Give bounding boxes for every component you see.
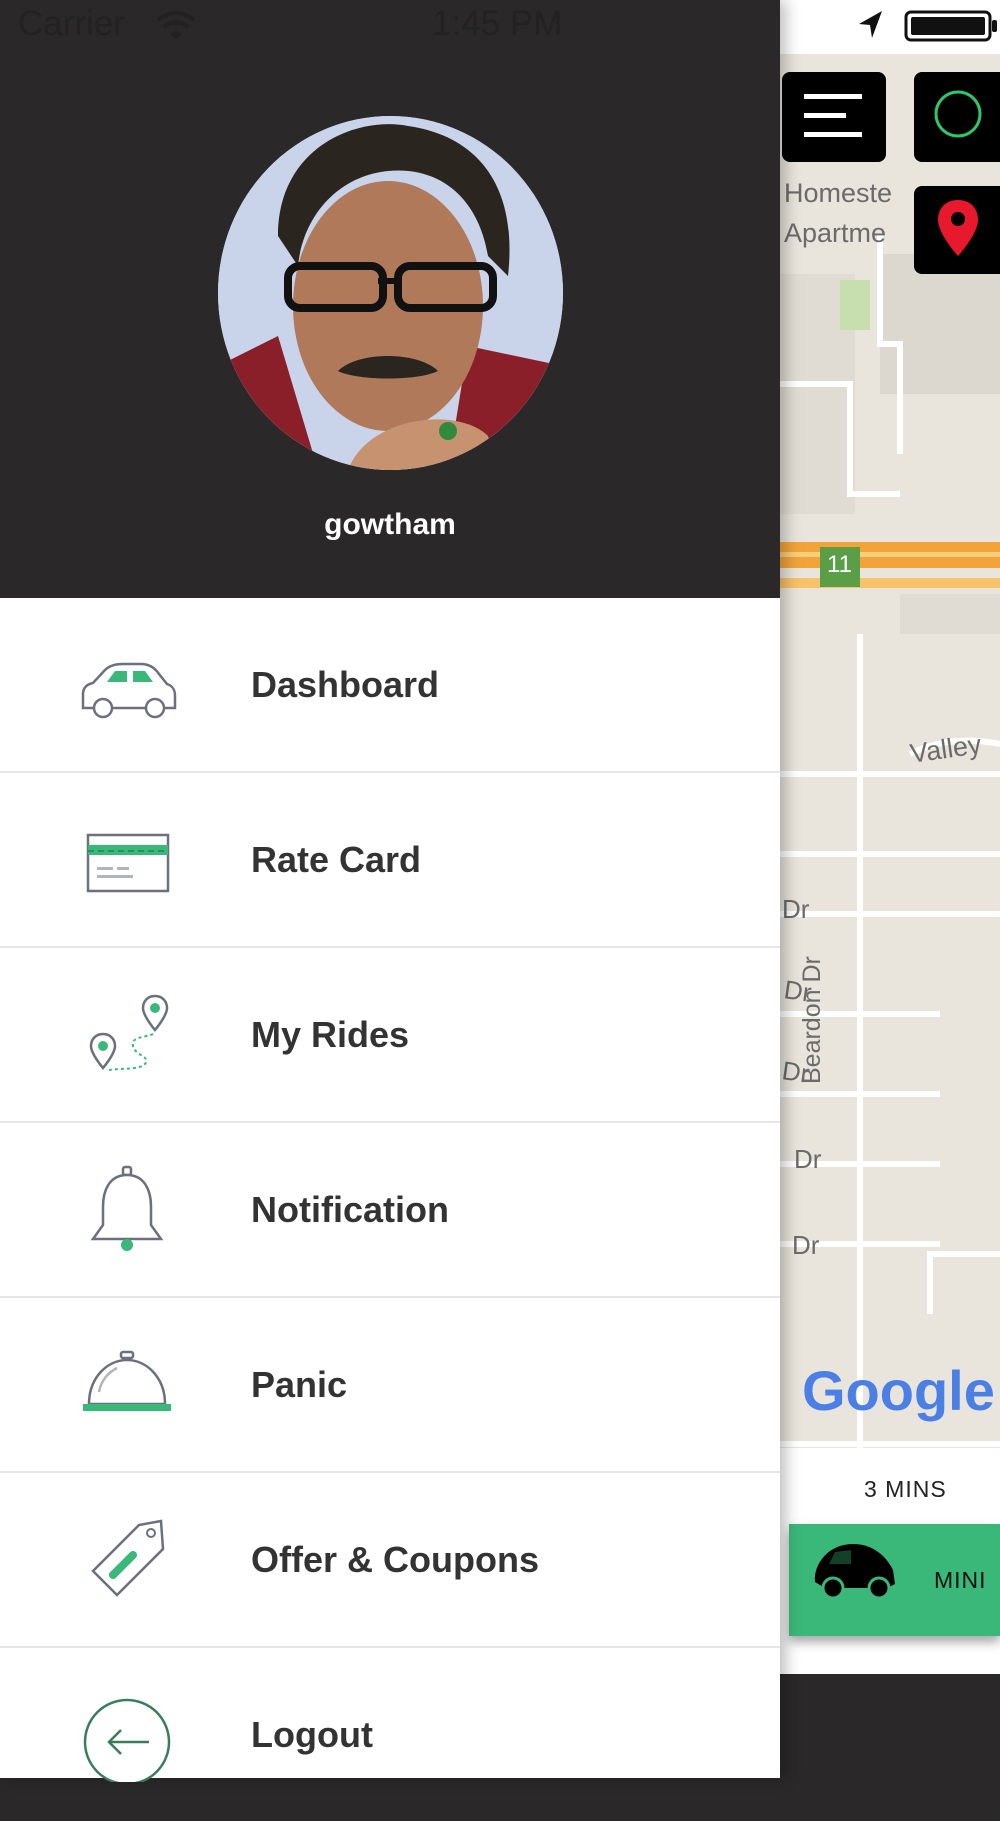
logout-icon <box>83 1698 171 1782</box>
ride-type-label: MINI <box>934 1567 987 1593</box>
navigation-drawer: Carrier 1:45 PM gowtham Dashboard Rate C… <box>0 0 780 1782</box>
car-icon <box>81 662 177 719</box>
menu-item-notification[interactable]: Notification <box>0 1123 780 1298</box>
menu-item-panic[interactable]: Panic <box>0 1298 780 1473</box>
menu-item-my-rides[interactable]: My Rides <box>0 948 780 1123</box>
profile-photo <box>218 116 563 470</box>
menu-label-panic: Panic <box>251 1364 348 1405</box>
map-label-apartments: Apartme <box>784 218 887 248</box>
menu-label-offers: Offer & Coupons <box>251 1539 539 1580</box>
menu-item-logout[interactable]: Logout <box>0 1648 780 1821</box>
username-label: gowtham <box>324 508 456 541</box>
car-icon <box>814 1544 895 1600</box>
menu-item-offers[interactable]: Offer & Coupons <box>0 1473 780 1648</box>
avatar[interactable] <box>218 116 563 470</box>
menu-label-my-rides: My Rides <box>251 1014 410 1055</box>
route-shield-label: 11 <box>827 551 852 578</box>
menu-label-rate-card: Rate Card <box>251 839 422 880</box>
service-bell-icon <box>83 1350 171 1411</box>
drawer-menu: Dashboard Rate Card My Rides Notificatio… <box>0 598 780 1821</box>
ride-type-mini[interactable]: MINI <box>789 1524 1000 1636</box>
map-label-homestead: Homeste <box>784 178 893 208</box>
map-panel[interactable]: Homeste Apartme 11 Valley Dr Dr Dr Dr Dr… <box>780 0 1000 1778</box>
bell-icon <box>90 1165 164 1251</box>
circle-icon <box>934 90 982 138</box>
hamburger-menu-icon <box>804 94 862 137</box>
tag-icon <box>91 1519 165 1597</box>
menu-label-logout: Logout <box>251 1714 373 1755</box>
status-toggle-button[interactable] <box>914 72 1000 162</box>
location-arrow-icon <box>859 11 882 38</box>
map-label-beardon: Beardon Dr <box>798 956 826 1084</box>
map-label-dr: Dr <box>794 1144 822 1174</box>
google-logo: Google <box>802 1359 995 1422</box>
menu-item-dashboard[interactable]: Dashboard <box>0 598 780 773</box>
menu-label-notification: Notification <box>251 1189 449 1230</box>
map-label-dr: Dr <box>792 1230 820 1260</box>
map-footer <box>780 1674 1000 1778</box>
menu-item-rate-card[interactable]: Rate Card <box>0 773 780 948</box>
map-pin-icon <box>938 200 978 256</box>
route-icon <box>89 994 169 1071</box>
clock-label: 1:45 PM <box>432 4 563 43</box>
card-icon <box>86 833 170 893</box>
location-pin-button[interactable] <box>914 186 1000 274</box>
map-label-dr: Dr <box>782 894 810 924</box>
drawer-header: Carrier 1:45 PM gowtham <box>0 0 780 598</box>
status-bar-right <box>780 0 1000 54</box>
menu-label-dashboard: Dashboard <box>251 664 440 705</box>
wifi-icon <box>156 11 196 40</box>
eta-label: 3 MINS <box>864 1476 947 1502</box>
carrier-label: Carrier <box>18 4 125 43</box>
battery-icon <box>904 10 997 42</box>
menu-button[interactable] <box>782 72 886 162</box>
